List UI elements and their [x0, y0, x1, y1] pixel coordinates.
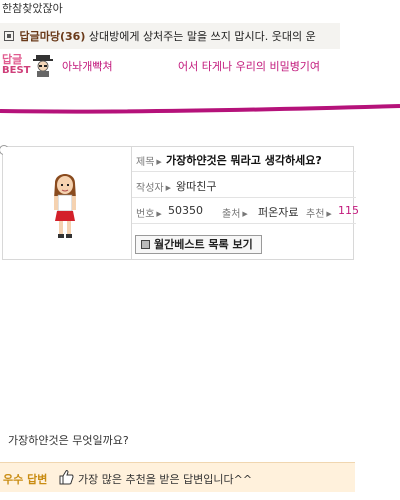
- reply-board-notice: 상대방에게 상처주는 말을 쓰지 맙시다. 웃대의 운: [88, 30, 316, 43]
- monthly-best-list-button[interactable]: 월간베스트 목록 보기: [135, 235, 262, 254]
- recommend-label: 추천 ▶: [306, 209, 332, 220]
- post-title: 가장하얀것은 뭐라고 생각하세요?: [166, 154, 322, 167]
- post-title-row: 제목 ▶ 가장하얀것은 뭐라고 생각하세요?: [132, 147, 356, 172]
- reply-board-title[interactable]: 답글마당(36): [20, 30, 86, 43]
- avatar-box: [3, 147, 131, 259]
- post-number: 50350: [168, 204, 203, 217]
- post-body-question: 가장하얀것은 무엇일까요?: [8, 434, 129, 447]
- best-badge: 답글 BEST: [2, 53, 31, 76]
- best-answer-text: 가장 많은 추천을 받은 답변입니다^^: [78, 473, 253, 486]
- author-label: 작성자 ▶: [136, 183, 171, 194]
- source-label: 출처 ▶: [222, 209, 248, 220]
- mascot-icon: [33, 55, 53, 77]
- best-answer-bar: 우수 답변 가장 많은 추천을 받은 답변입니다^^: [0, 462, 355, 492]
- best-answer-label: 우수 답변: [3, 473, 48, 486]
- best-badge-line2: BEST: [2, 65, 31, 76]
- avatar-icon: [54, 174, 76, 238]
- best-reply-title[interactable]: 어서 타게나 우리의 비밀병기여: [178, 58, 320, 74]
- list-icon: [141, 240, 150, 249]
- post-source: 퍼온자료: [258, 206, 299, 219]
- best-reply-row: 답글 BEST 아놔개빡쳐 어서 타게나 우리의 비밀병기여: [0, 54, 400, 80]
- reply-board-row[interactable]: 답글마당(36) 상대방에게 상처주는 말을 쓰지 맙시다. 웃대의 운: [4, 28, 316, 44]
- thumbs-up-icon: [59, 470, 74, 485]
- post-meta-row: 번호 ▶ 50350 출처 ▶ 퍼온자료 추천 ▶ 115: [132, 199, 359, 224]
- monthly-best-list-label: 월간베스트 목록 보기: [154, 238, 253, 251]
- post-author[interactable]: 왕따친구: [176, 178, 216, 194]
- post-author-row: 작성자 ▶ 왕따친구: [132, 173, 356, 198]
- pink-divider: [0, 104, 400, 114]
- best-badge-line1: 답글: [2, 53, 23, 66]
- best-reply-user[interactable]: 아놔개빡쳐: [62, 58, 113, 74]
- title-label: 제목 ▶: [136, 157, 162, 168]
- post-recommend-count: 115: [338, 204, 359, 217]
- top-text: 한참찾았잖아: [2, 2, 63, 15]
- number-label: 번호 ▶: [136, 209, 162, 220]
- post-info-card: 제목 ▶ 가장하얀것은 뭐라고 생각하세요? 작성자 ▶ 왕따친구 번호 ▶ 5035…: [0, 145, 359, 260]
- checkbox-icon[interactable]: [4, 31, 14, 41]
